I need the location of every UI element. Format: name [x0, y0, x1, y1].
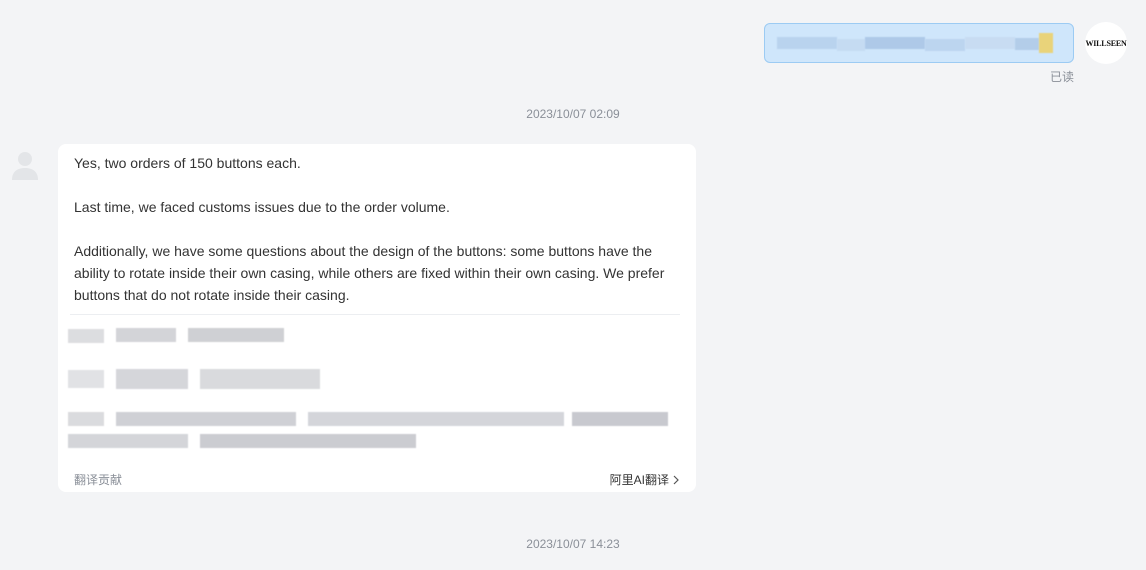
message-paragraph: Last time, we faced customs issues due t… — [74, 199, 450, 215]
message-paragraph: Additionally, we have some questions abo… — [74, 243, 665, 303]
blurred-translation — [68, 322, 688, 452]
timestamp: 2023/10/07 02:09 — [526, 107, 620, 121]
timestamp: 2023/10/07 14:23 — [526, 537, 620, 551]
avatar-logo-text: WILLSEEN — [1085, 38, 1127, 48]
ai-translate-button[interactable]: 阿里AI翻译 — [610, 471, 680, 488]
chevron-right-icon — [673, 475, 679, 484]
incoming-message-bubble: Yes, two orders of 150 buttons each. Las… — [58, 144, 696, 492]
divider — [70, 314, 680, 315]
message-text: Yes, two orders of 150 buttons each. Las… — [74, 152, 674, 306]
ai-translate-label: 阿里AI翻译 — [609, 473, 669, 487]
translate-contribute-link[interactable]: 翻译贡献 — [74, 471, 122, 488]
message-paragraph: Yes, two orders of 150 buttons each. — [74, 155, 301, 171]
read-status: 已读 — [1050, 70, 1075, 84]
user-avatar[interactable]: WILLSEEN — [1085, 22, 1127, 64]
user-silhouette-icon[interactable] — [10, 150, 40, 184]
outgoing-message-bubble[interactable] — [764, 23, 1074, 63]
